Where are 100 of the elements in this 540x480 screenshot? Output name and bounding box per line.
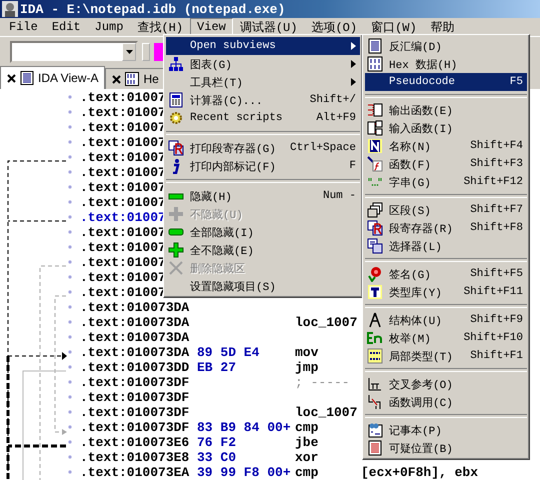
address-text: .text:01007 [80, 180, 166, 195]
local-types-icon [367, 348, 383, 364]
menu-item[interactable]: 名称(N) Shift+F4 [365, 137, 527, 155]
combo-box[interactable] [10, 41, 138, 63]
menu-item[interactable]: 记事本(P) [365, 421, 527, 439]
menu-item[interactable]: 打印段寄存器(G) Ctrl+Space [166, 139, 360, 157]
menu-item[interactable]: Recent scripts Alt+F9 [166, 109, 360, 127]
menu-item[interactable]: 全不隐藏(E) [166, 241, 360, 259]
menu-item[interactable]: Open subviews [166, 37, 360, 55]
plus-icon [168, 242, 184, 258]
opcode-bytes: EB 27 [197, 360, 238, 375]
submenu-arrow-icon [351, 60, 356, 68]
menu-item[interactable]: 局部类型(T) Shift+F1 [365, 347, 527, 365]
close-icon[interactable] [7, 74, 16, 82]
list-icon [367, 440, 383, 456]
window-title: IDA - E:\notepad.idb (notepad.exe) [20, 2, 286, 16]
cross-icon [168, 260, 184, 276]
menu-item[interactable]: 类型库(Y) Shift+F11 [365, 283, 527, 301]
code-label: loc_1007 [295, 405, 358, 420]
menu-bar-item[interactable]: Edit [44, 18, 88, 36]
call-graph-icon [367, 394, 383, 410]
menu-item[interactable]: 签名(G) Shift+F5 [365, 265, 527, 283]
address-text: .text:01007 [80, 225, 166, 240]
structure-icon [367, 312, 383, 328]
function-icon [367, 156, 383, 172]
menu-bar-item[interactable]: 调试器(U) [232, 16, 304, 38]
register-icon [367, 220, 383, 236]
menu-item[interactable]: 函数调用(C) [365, 393, 527, 411]
address-text: .text:01007 [80, 135, 166, 150]
menu-bar-item[interactable]: File [2, 18, 45, 36]
dropdown-arrow-icon[interactable] [126, 50, 132, 54]
menu-item[interactable]: 图表(G) [166, 55, 360, 73]
address-text: .text:010073EA [80, 465, 190, 480]
flower-icon [367, 266, 383, 282]
menu-item[interactable]: 选择器(L) [365, 237, 527, 255]
menu-item[interactable]: Pseudocode F5 [365, 73, 527, 91]
address-text: .text:010073DA [80, 315, 190, 330]
address-text: .text:01007 [80, 195, 166, 210]
letter-n-icon [367, 138, 383, 154]
menu-bar-item[interactable]: 帮助 [424, 16, 462, 38]
address-text: .text:010073DF [80, 375, 190, 390]
menu-bar-item[interactable]: 窗口(W) [364, 16, 424, 38]
address-text: .text:01007 [80, 105, 166, 120]
opcode-bytes: 39 99 F8 00+ [197, 465, 292, 480]
address-text: .text:01007 [80, 270, 166, 285]
address-text: .text:010073DA [80, 330, 190, 345]
plus-icon [168, 206, 184, 222]
menu-item[interactable]: 段寄存器(R) Shift+F8 [365, 219, 527, 237]
close-icon[interactable] [112, 74, 122, 84]
address-text: .text:010073DF [80, 390, 190, 405]
code-label: loc_1007 [295, 315, 358, 330]
menu-item[interactable]: 结构体(U) Shift+F9 [365, 311, 527, 329]
menu-item[interactable]: 工具栏(T) [166, 73, 360, 91]
address-text: .text:010073E6 [80, 435, 190, 450]
address-text: .text:01007 [80, 255, 166, 270]
address-text: .text:010073DF [80, 405, 190, 420]
opcode-bytes: 83 B9 84 00+ [197, 420, 292, 435]
opcode-bytes: 76 F2 [197, 435, 238, 450]
menu-item[interactable]: 交叉参考(O) [365, 375, 527, 393]
menu-item[interactable]: 函数(F) Shift+F3 [365, 155, 527, 173]
menu-item[interactable]: 计算器(C)... Shift+/ [166, 91, 360, 109]
instruction-operand: [ecx+0F8h], ebx [361, 465, 478, 480]
menu-item[interactable]: Hex 数据(H) [365, 55, 527, 73]
menu-item[interactable]: 可疑位置(B) [365, 439, 527, 457]
code-comment: ; ----- [295, 375, 350, 390]
menu-bar-item[interactable]: Jump [88, 18, 130, 36]
menu-item[interactable]: 反汇编(D) [365, 37, 527, 55]
cross-reference-icon [367, 376, 383, 392]
menu-item[interactable]: 输入函数(I) [365, 119, 527, 137]
menu-bar-item[interactable]: 查找(H) [130, 16, 190, 38]
address-text: .text:01007 [80, 120, 166, 135]
menu-bar-item[interactable]: 选项(O) [304, 16, 364, 38]
menu-item[interactable]: 区段(S) Shift+F7 [365, 201, 527, 219]
address-text: .text:01007 [80, 285, 166, 300]
opcode-bytes: 33 C0 [197, 450, 238, 465]
menu-item[interactable]: 隐藏(H) Num - [166, 187, 360, 205]
register-icon [168, 140, 184, 156]
gear-icon [168, 110, 184, 126]
menu-item[interactable]: 设置隐藏项目(S) [166, 277, 360, 295]
address-text: .text:01007 [80, 150, 166, 165]
binary-icon [367, 56, 383, 72]
submenu-arrow-icon [351, 78, 356, 86]
enumeration-icon [367, 330, 383, 346]
menu-item[interactable]: 字串(G) Shift+F12 [365, 173, 527, 191]
menu-item[interactable]: 全部隐藏(I) [166, 223, 360, 241]
instruction-mnemonic: jmp [295, 360, 320, 375]
menu-item[interactable]: 打印内部标记(F) F [166, 157, 360, 175]
address-text: .text:010073DA [80, 300, 190, 315]
tab[interactable]: IDA View-A [0, 66, 106, 89]
submenu-arrow-icon [351, 42, 356, 50]
windows-stack-icon [367, 202, 383, 218]
import-icon [367, 120, 383, 136]
menu-item[interactable]: 枚举(M) Shift+F10 [365, 329, 527, 347]
address-text: .text:010073DF [80, 420, 190, 435]
instruction-mnemonic: mov [295, 345, 320, 360]
instruction-mnemonic: jbe [295, 435, 320, 450]
menu-item[interactable]: 输出函数(E) [365, 101, 527, 119]
instruction-mnemonic: cmp [295, 420, 320, 435]
tab[interactable]: He [105, 68, 166, 89]
document-icon [367, 38, 383, 54]
